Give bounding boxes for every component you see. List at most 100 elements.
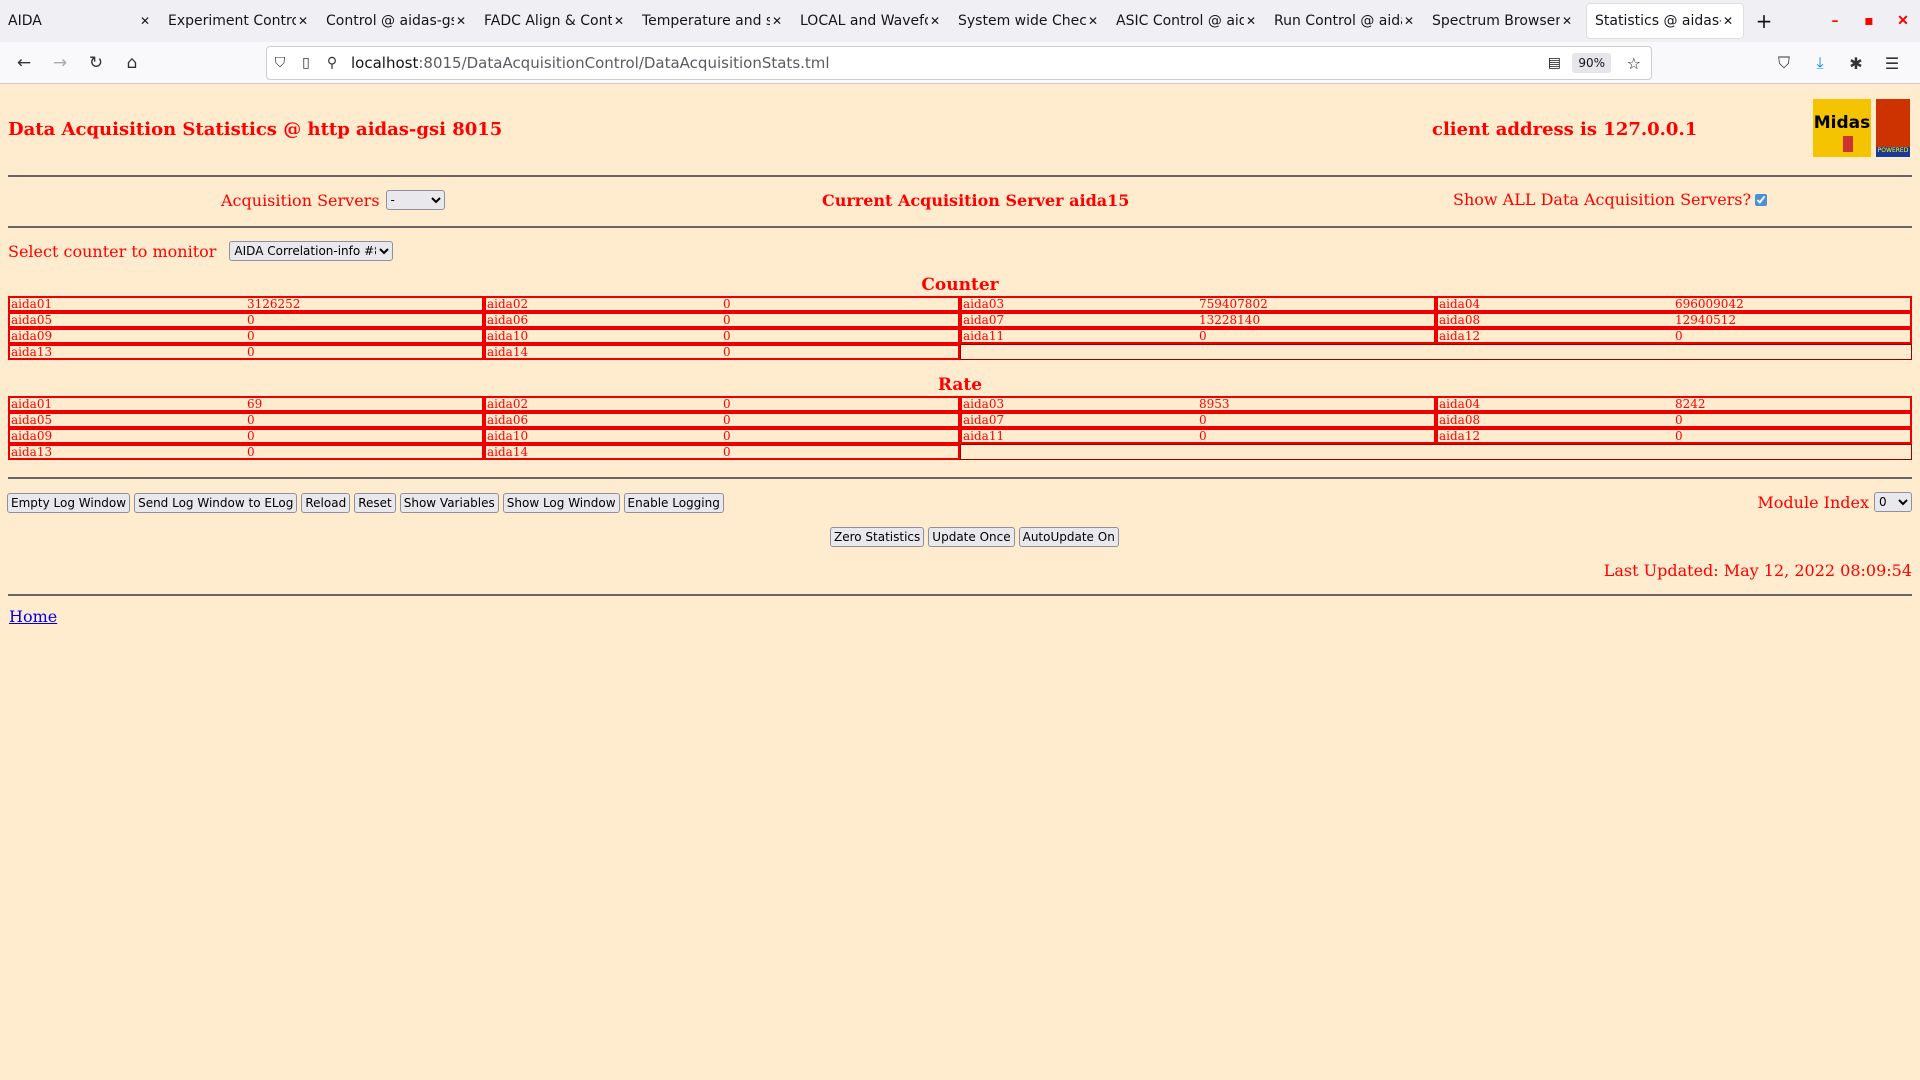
reload-icon[interactable]: ↻ [78,53,114,73]
module-value: 13228140 [1199,313,1261,327]
module-name: aida03 [963,397,1005,411]
empty-cell [960,444,1912,460]
extension-icon[interactable]: ✱ [1838,54,1874,73]
show-all-label: Show ALL Data Acquisition Servers? [1453,190,1752,209]
new-tab-icon[interactable]: + [1744,9,1784,33]
shield-icon[interactable]: ⛉ [267,55,293,71]
stat-cell: aida14 0 [484,344,960,360]
module-name: aida01 [11,397,53,411]
module-value: 0 [723,429,731,443]
tab-3[interactable]: FADC Align & Control✕ [476,3,634,39]
send-log-window-to-elog-button[interactable]: Send Log Window to ELog [134,493,298,513]
module-value: 0 [247,345,255,359]
close-tab-icon[interactable]: ✕ [928,14,942,28]
update-once-button[interactable]: Update Once [928,527,1015,547]
close-tab-icon[interactable]: ✕ [1402,14,1416,28]
show-log-window-button[interactable]: Show Log Window [502,493,620,513]
close-window-icon[interactable]: ✕ [1886,13,1920,29]
module-name: aida13 [11,445,53,459]
module-name: aida11 [963,429,1005,443]
reload-button[interactable]: Reload [301,493,351,513]
download-icon[interactable]: ⤓ [1802,53,1838,73]
close-tab-icon[interactable]: ✕ [454,14,468,28]
module-index-select[interactable]: 0 [1874,492,1912,512]
module-name: aida01 [11,297,53,311]
module-value: 0 [247,329,255,343]
autoupdate-on-button[interactable]: AutoUpdate On [1018,527,1119,547]
module-name: aida03 [963,297,1005,311]
module-name: aida02 [487,297,529,311]
tab-8[interactable]: Run Control @ aidas ✕ [1266,3,1424,39]
module-value: 0 [723,397,731,411]
module-value: 0 [247,445,255,459]
url-path: :8015/DataAcquisitionControl/DataAcquisi… [418,54,830,72]
stat-cell: aida08 12940512 [1436,312,1912,328]
tab-2[interactable]: Control @ aidas-gsi ✕ [318,3,476,39]
module-value: 0 [1675,429,1683,443]
midas-logo: Midas [1813,99,1871,157]
stat-cell: aida02 0 [484,396,960,412]
acquisition-servers-select[interactable]: - [385,190,445,210]
tab-6[interactable]: System wide Checks✕ [950,3,1108,39]
home-link[interactable]: Home [9,607,57,626]
back-icon[interactable]: ← [6,53,42,73]
module-value: 0 [1675,413,1683,427]
tab-4[interactable]: Temperature and status✕ [634,3,792,39]
forward-icon[interactable]: → [42,53,78,73]
table-row: aida05 0 aida06 0 aida07 0 aida08 0 [8,412,1912,428]
tab-10[interactable]: Statistics @ aidas-gsi✕ [1586,3,1744,39]
reader-view-icon[interactable]: ▤ [1548,55,1561,71]
table-row: aida09 0 aida10 0 aida11 0 aida12 0 [8,328,1912,344]
module-value: 0 [1199,329,1207,343]
close-tab-icon[interactable]: ✕ [296,14,310,28]
stat-cell: aida07 13228140 [960,312,1436,328]
tab-7[interactable]: ASIC Control @ aidas✕ [1108,3,1266,39]
maximize-icon[interactable]: ▪ [1852,13,1886,29]
divider [8,175,1912,177]
stat-cell: aida07 0 [960,412,1436,428]
stat-cell: aida10 0 [484,428,960,444]
zoom-level[interactable]: 90% [1572,53,1611,73]
close-tab-icon[interactable]: ✕ [770,14,784,28]
tab-0[interactable]: AIDA ✕ [0,3,160,39]
close-tab-icon[interactable]: ✕ [1721,14,1735,28]
permissions-icon[interactable]: ⚲ [319,55,345,71]
counter-select[interactable]: AIDA Correlation-info #8 [229,241,394,261]
table-row: aida05 0 aida06 0 aida07 13228140 aida08 129405… [8,312,1912,328]
tab-label: LOCAL and Waveform [800,13,928,29]
minimize-icon[interactable]: – [1818,13,1852,29]
stat-cell: aida11 0 [960,428,1436,444]
module-value: 0 [247,313,255,327]
enable-logging-button[interactable]: Enable Logging [623,493,724,513]
home-icon[interactable]: ⌂ [114,53,150,73]
module-value: 0 [723,297,731,311]
close-tab-icon[interactable]: ✕ [1560,14,1574,28]
module-name: aida11 [963,329,1005,343]
module-value: 8953 [1199,397,1230,411]
module-name: aida04 [1439,297,1481,311]
close-tab-icon[interactable]: ✕ [612,14,626,28]
tab-9[interactable]: Spectrum Browser ✕ [1424,3,1582,39]
reset-button[interactable]: Reset [354,493,396,513]
close-tab-icon[interactable]: ✕ [1244,14,1258,28]
stat-cell: aida05 0 [8,412,484,428]
tab-label: Run Control @ aidas [1274,13,1402,29]
show-all-checkbox[interactable] [1755,193,1768,206]
empty-log-window-button[interactable]: Empty Log Window [7,493,131,513]
close-tab-icon[interactable]: ✕ [138,14,152,28]
tab-5[interactable]: LOCAL and Waveform✕ [792,3,950,39]
pocket-icon[interactable]: ⛉ [1766,53,1802,73]
tab-label: Control @ aidas-gsi [326,13,454,29]
menu-icon[interactable]: ☰ [1874,54,1910,73]
zero-statistics-button[interactable]: Zero Statistics [830,527,925,547]
url-bar[interactable]: ⛉ ▯ ⚲ localhost:8015/DataAcquisitionCont… [266,46,1652,80]
module-name: aida04 [1439,397,1481,411]
table-row: aida01 3126252 aida02 0 aida03 759407802 aida0… [8,296,1912,312]
tab-1[interactable]: Experiment Control ✕ [160,3,318,39]
show-variables-button[interactable]: Show Variables [399,493,499,513]
close-tab-icon[interactable]: ✕ [1086,14,1100,28]
module-value: 0 [1675,329,1683,343]
url-host: localhost [351,54,419,72]
bookmark-star-icon[interactable]: ☆ [1627,54,1641,73]
stat-cell: aida01 3126252 [8,296,484,312]
